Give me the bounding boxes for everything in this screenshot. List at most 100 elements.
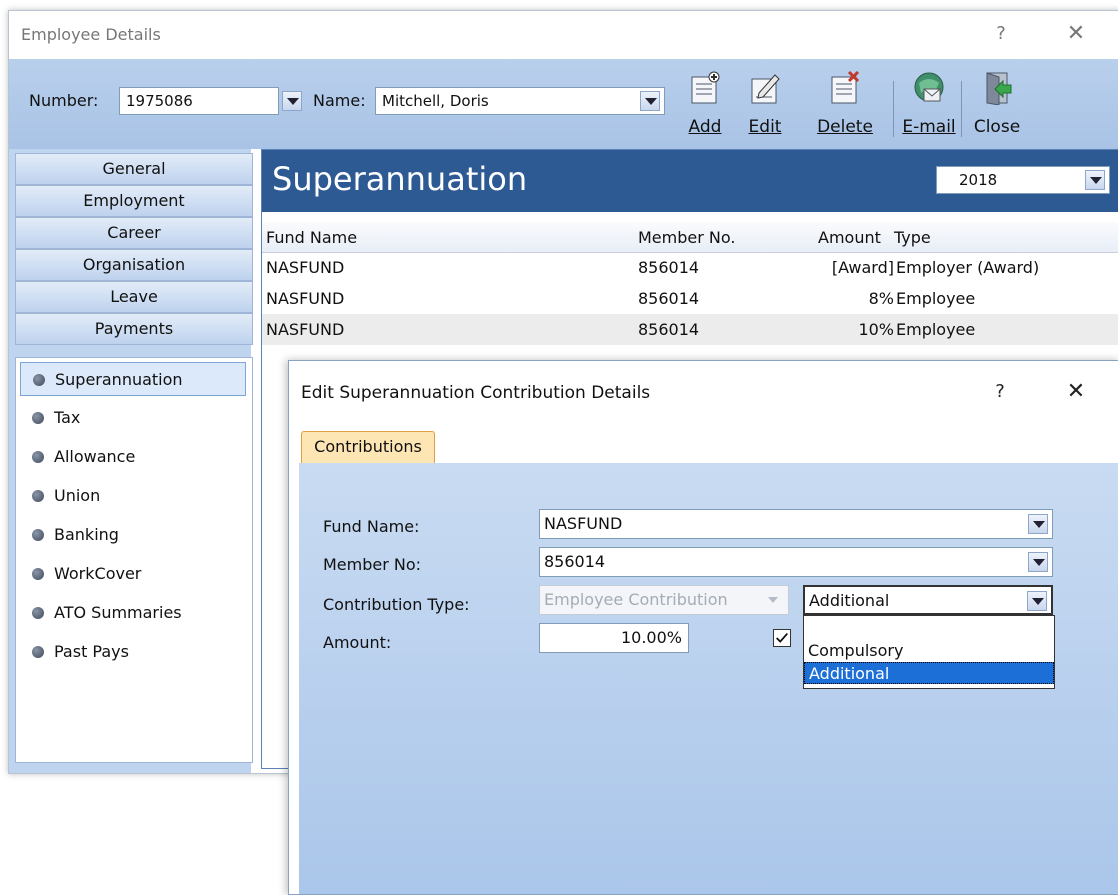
cell-fund: NASFUND [266,320,345,339]
edit-button[interactable]: Edit [735,61,795,147]
chevron-down-icon[interactable] [1028,514,1048,534]
chevron-down-icon[interactable] [1028,552,1048,572]
bullet-icon [32,529,44,541]
tab-contributions[interactable]: Contributions [301,431,435,463]
add-label: Add [688,117,722,137]
dialog-close-button[interactable]: ✕ [1059,379,1093,404]
delete-label: Delete [817,117,873,137]
sidebar-item-label: Past Pays [54,642,129,661]
tab-strip: Contributions [299,423,1118,465]
cell-type: Employee [896,320,976,339]
column-header-amount[interactable]: Amount [818,228,881,247]
dialog-help-button[interactable]: ? [983,381,1017,402]
name-value: Mitchell, Doris [382,92,489,110]
close-door-icon [986,72,1012,105]
bullet-icon [33,374,45,386]
bullet-icon [32,451,44,463]
dialog-title: Edit Superannuation Contribution Details [301,383,651,403]
close-button[interactable]: Close [967,61,1027,147]
sidebar-item-label: Tax [54,408,81,427]
subtype-dropdown-list: Compulsory Additional [803,615,1055,689]
amount-input[interactable]: 10.00% [539,623,689,653]
number-label: Number: [29,91,99,110]
payments-item-list: Superannuation Tax Allowance Union Banki… [15,357,253,763]
fund-name-value: NASFUND [544,514,623,533]
edit-icon [751,74,780,104]
contributions-panel: Fund Name: NASFUND Member No: 856014 Con… [299,463,1118,894]
cell-member: 856014 [638,258,700,277]
number-combo[interactable]: 1975086 [119,87,302,115]
section-title: Superannuation [272,160,528,198]
nav-tab-general[interactable]: General [15,153,253,185]
help-button[interactable]: ? [984,23,1018,44]
column-header-member-no[interactable]: Member No. [638,228,735,247]
member-no-value: 856014 [544,552,606,571]
table-row[interactable]: NASFUND 856014 8% Employee [262,283,1118,314]
contribution-subtype-combo[interactable]: Additional [803,585,1053,615]
chevron-down-icon[interactable] [1027,591,1047,611]
bullet-icon [32,490,44,502]
chevron-down-icon[interactable] [640,91,660,111]
name-combo[interactable]: Mitchell, Doris [375,87,665,115]
email-label: E-mail [902,117,956,137]
member-no-label: Member No: [323,555,422,574]
dropdown-option-additional[interactable]: Additional [804,662,1054,684]
sidebar-item-label: Superannuation [55,370,183,389]
bullet-icon [32,607,44,619]
chevron-down-icon[interactable] [1085,170,1105,190]
edit-contribution-dialog: Edit Superannuation Contribution Details… [288,360,1118,895]
contribution-subtype-value: Additional [809,591,890,610]
dropdown-option-compulsory[interactable]: Compulsory [804,640,1054,662]
table-row[interactable]: NASFUND 856014 [Award] Employer (Award) [262,252,1118,283]
sidebar-item-allowance[interactable]: Allowance [20,440,246,474]
table-row[interactable]: NASFUND 856014 10% Employee [262,314,1118,345]
chevron-down-icon [768,597,778,603]
bullet-icon [32,646,44,658]
amount-label: Amount: [323,633,392,652]
sidebar-item-label: Union [54,486,101,505]
edit-label: Edit [748,117,782,137]
nav-tab-career[interactable]: Career [15,217,253,249]
nav-tab-employment[interactable]: Employment [15,185,253,217]
sidebar-item-workcover[interactable]: WorkCover [20,557,246,591]
title-bar: Employee Details ? ✕ [9,11,1118,59]
sidebar-item-banking[interactable]: Banking [20,518,246,552]
option-checkbox[interactable] [773,629,791,647]
member-no-combo[interactable]: 856014 [539,547,1053,577]
cell-amount: 8% [868,289,894,308]
cell-amount: 10% [858,320,894,339]
chevron-down-icon[interactable] [282,91,302,111]
contribution-type-value: Employee Contribution [544,590,728,609]
year-combo[interactable]: 2018 [936,166,1110,194]
sidebar-item-label: Allowance [54,447,136,466]
cell-fund: NASFUND [266,289,345,308]
email-icon [914,72,944,102]
nav-tab-organisation[interactable]: Organisation [15,249,253,281]
cell-type: Employee [896,289,976,308]
add-button[interactable]: Add [675,61,735,147]
nav-tab-payments[interactable]: Payments [15,313,253,345]
window-title: Employee Details [21,25,161,44]
number-value: 1975086 [126,92,193,110]
email-button[interactable]: E-mail [899,61,959,147]
sidebar-item-superannuation[interactable]: Superannuation [20,362,246,396]
nav-tab-leave[interactable]: Leave [15,281,253,313]
window-close-button[interactable]: ✕ [1059,21,1093,46]
sidebar-item-union[interactable]: Union [20,479,246,513]
sidebar-item-label: ATO Summaries [54,603,182,622]
column-header-type[interactable]: Type [894,228,931,247]
sidebar-item-past-pays[interactable]: Past Pays [20,635,246,669]
contribution-type-combo: Employee Contribution [539,585,789,615]
contribution-type-label: Contribution Type: [323,595,470,614]
cell-member: 856014 [638,289,700,308]
fund-name-combo[interactable]: NASFUND [539,509,1053,539]
cell-type: Employer (Award) [896,258,1040,277]
delete-button[interactable]: Delete [815,61,875,147]
toolbar-separator [893,81,894,137]
sidebar-item-ato-summaries[interactable]: ATO Summaries [20,596,246,630]
cell-member: 856014 [638,320,700,339]
bullet-icon [32,568,44,580]
column-header-fund-name[interactable]: Fund Name [266,228,357,247]
sidebar-item-tax[interactable]: Tax [20,401,246,435]
dropdown-option-blank[interactable] [804,618,1054,640]
